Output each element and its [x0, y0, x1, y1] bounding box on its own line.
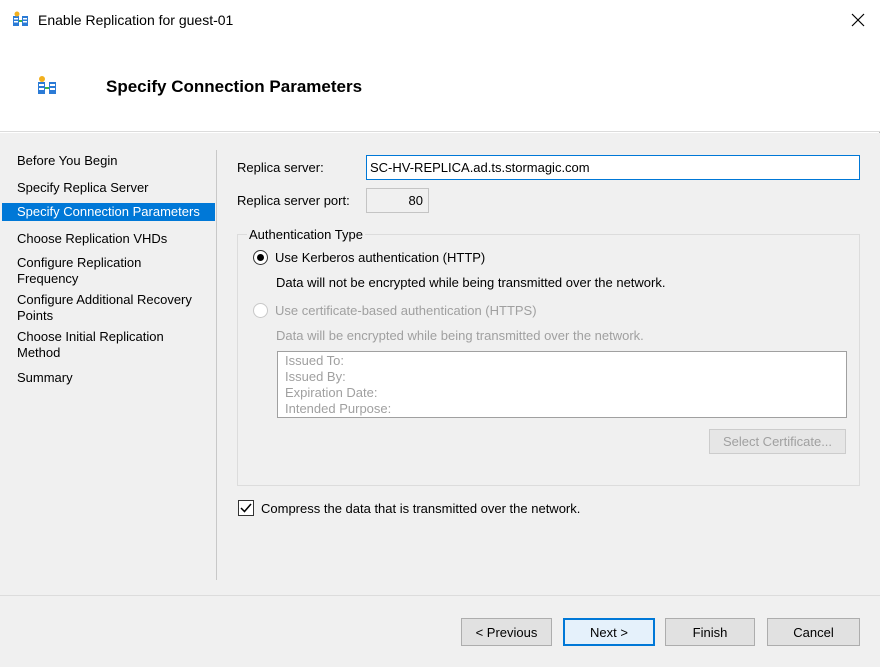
- finish-button[interactable]: Finish: [665, 618, 755, 646]
- kerberos-radio[interactable]: [253, 250, 268, 265]
- cert-intended-purpose: Intended Purpose:: [285, 401, 392, 416]
- replica-port-label: Replica server port:: [237, 193, 350, 208]
- cancel-button[interactable]: Cancel: [767, 618, 860, 646]
- nav-item-configure-additional-recovery-points[interactable]: Configure Additional Recovery Points: [2, 287, 215, 324]
- nav-item-before-you-begin[interactable]: Before You Begin: [2, 145, 215, 169]
- hyper-v-replication-icon: [36, 75, 58, 97]
- nav-item-summary[interactable]: Summary: [2, 361, 215, 386]
- compress-checkbox[interactable]: [238, 500, 254, 516]
- next-button[interactable]: Next >: [563, 618, 655, 646]
- kerberos-note: Data will not be encrypted while being t…: [276, 275, 666, 290]
- compress-label[interactable]: Compress the data that is transmitted ov…: [261, 501, 580, 516]
- nav-item-specify-connection-parameters[interactable]: Specify Connection Parameters: [2, 203, 215, 221]
- cert-issued-to: Issued To:: [285, 353, 345, 368]
- title-bar: Enable Replication for guest-01: [0, 0, 880, 42]
- kerberos-label[interactable]: Use Kerberos authentication (HTTP): [275, 250, 485, 265]
- certificate-note: Data will be encrypted while being trans…: [276, 328, 644, 343]
- previous-button[interactable]: < Previous: [461, 618, 552, 646]
- checkmark-icon: [240, 503, 252, 513]
- wizard-header: Specify Connection Parameters: [0, 42, 880, 132]
- nav-item-choose-initial-replication-method[interactable]: Choose Initial Replication Method: [2, 324, 215, 361]
- certificate-label[interactable]: Use certificate-based authentication (HT…: [275, 303, 537, 318]
- replica-port-input[interactable]: [366, 188, 429, 213]
- nav-item-choose-replication-vhds[interactable]: Choose Replication VHDs: [2, 221, 215, 247]
- certificate-radio[interactable]: [253, 303, 268, 318]
- wizard-step-nav: Before You Begin Specify Replica Server …: [2, 145, 215, 386]
- wizard-window: Enable Replication for guest-01 Specify …: [0, 0, 880, 667]
- replica-server-input[interactable]: [366, 155, 860, 180]
- hyper-v-replication-icon: [12, 11, 30, 29]
- page-title: Specify Connection Parameters: [106, 77, 363, 96]
- wizard-footer: < Previous Next > Finish Cancel: [0, 595, 880, 667]
- authentication-type-legend: Authentication Type: [247, 227, 365, 242]
- cert-issued-by: Issued By:: [285, 369, 346, 384]
- nav-divider: [216, 150, 217, 580]
- cert-expiration-date: Expiration Date:: [285, 385, 378, 400]
- close-icon: [851, 13, 865, 30]
- select-certificate-button[interactable]: Select Certificate...: [709, 429, 846, 454]
- replica-server-label: Replica server:: [237, 160, 324, 175]
- nav-item-specify-replica-server[interactable]: Specify Replica Server: [2, 169, 215, 196]
- nav-item-configure-replication-frequency[interactable]: Configure Replication Frequency: [2, 247, 215, 287]
- window-title: Enable Replication for guest-01: [38, 12, 234, 28]
- wizard-body: Before You Begin Specify Replica Server …: [0, 133, 880, 595]
- close-button[interactable]: [842, 6, 874, 36]
- certificate-details-box: Issued To: Issued By: Expiration Date: I…: [277, 351, 847, 418]
